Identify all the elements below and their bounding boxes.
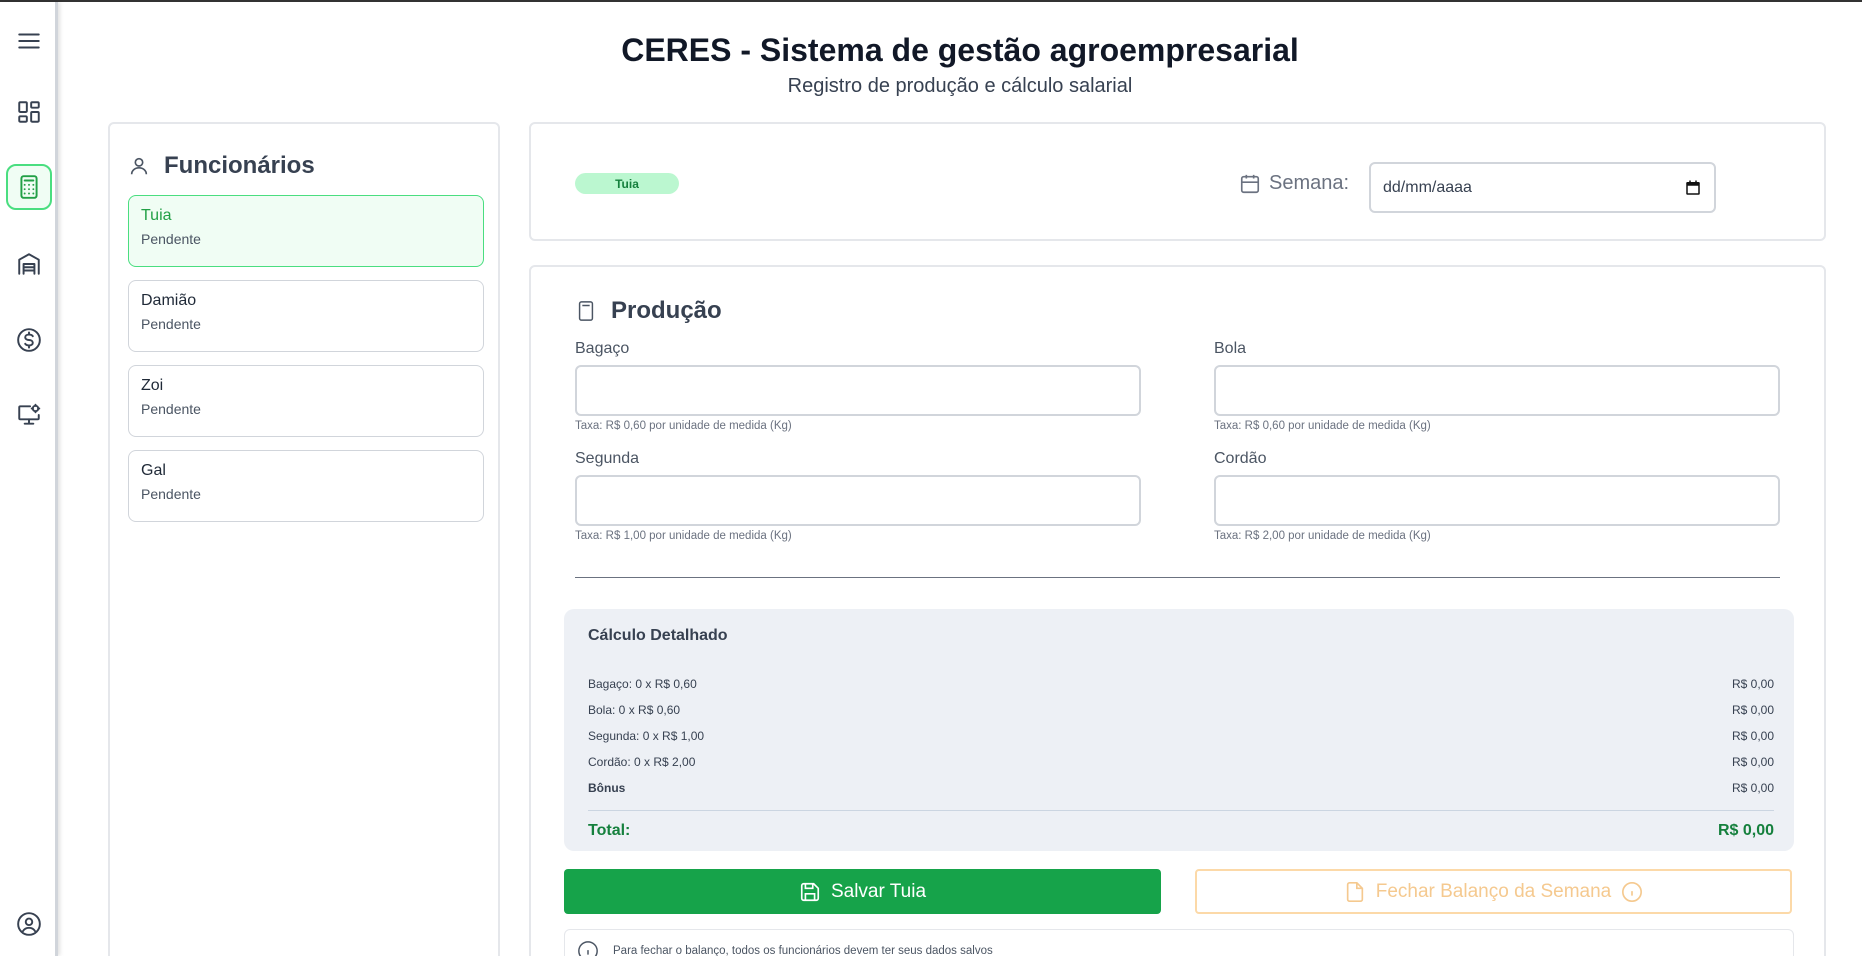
dashboard-icon <box>18 101 40 123</box>
field-label: Cordão <box>1214 450 1267 467</box>
date-placeholder: dd/mm/aaaa <box>1383 178 1472 196</box>
cordao-input[interactable] <box>1214 475 1780 526</box>
save-label: Salvar Tuia <box>830 880 927 902</box>
employee-status: Pendente <box>141 401 201 417</box>
field-label: Segunda <box>575 450 640 467</box>
employee-status: Pendente <box>141 486 201 502</box>
field-bagaco: Bagaço Taxa: R$ 0,60 por unidade de medi… <box>575 340 1141 432</box>
week-label: Semana: <box>1269 172 1350 194</box>
section-divider <box>575 577 1780 578</box>
sidebar <box>0 2 58 956</box>
employees-title: Funcionários <box>164 152 315 179</box>
field-label: Bagaço <box>575 340 630 357</box>
field-hint: Taxa: R$ 0,60 por unidade de medida (Kg) <box>1214 420 1431 432</box>
production-card: Produção Bagaço Taxa: R$ 0,60 por unidad… <box>529 265 1826 956</box>
calc-row-bola: Bola: 0 x R$ 0,60 R$ 0,00 <box>588 703 1774 717</box>
employee-name: Zoi <box>141 377 164 394</box>
sidebar-item-finance[interactable] <box>6 317 52 363</box>
calc-value: R$ 0,00 <box>1731 781 1774 795</box>
calendar-icon <box>1240 174 1260 193</box>
employee-card-tuia[interactable]: Tuia Pendente <box>128 195 484 267</box>
calc-label: Bônus <box>588 781 626 795</box>
employees-panel: Funcionários Tuia Pendente Damião Penden… <box>108 122 500 956</box>
info-icon <box>1622 881 1643 902</box>
bagaco-input[interactable] <box>575 365 1141 416</box>
calc-value: R$ 0,00 <box>1731 755 1774 769</box>
close-week-balance-button[interactable]: Fechar Balanço da Semana <box>1195 869 1792 914</box>
calc-label: Bola: 0 x R$ 0,60 <box>588 703 681 717</box>
field-label: Bola <box>1214 340 1247 357</box>
calculation-box: Cálculo Detalhado Bagaço: 0 x R$ 0,60 R$… <box>564 609 1794 851</box>
calc-value: R$ 0,00 <box>1731 703 1774 717</box>
week-label-group: Semana: <box>1239 172 1349 195</box>
field-cordao: Cordão Taxa: R$ 2,00 por unidade de medi… <box>1214 450 1780 542</box>
employee-status: Pendente <box>141 231 201 247</box>
calc-row-segunda: Segunda: 0 x R$ 1,00 R$ 0,00 <box>588 729 1774 743</box>
employee-card-damiao[interactable]: Damião Pendente <box>128 280 484 352</box>
employee-name: Gal <box>141 462 166 479</box>
week-date-input[interactable]: dd/mm/aaaa <box>1369 162 1716 213</box>
selection-card: Tuia Semana: dd/mm/aaaa <box>529 122 1826 241</box>
sidebar-item-calculator[interactable] <box>6 164 52 210</box>
menu-button[interactable] <box>6 18 52 64</box>
info-icon <box>578 941 598 956</box>
selected-employee-badge: Tuia <box>575 173 679 194</box>
warehouse-icon <box>18 253 40 275</box>
user-icon <box>130 157 148 175</box>
production-title: Produção <box>611 297 722 324</box>
user-circle-icon <box>17 912 41 936</box>
calculator-icon <box>20 175 38 199</box>
field-segunda: Segunda Taxa: R$ 1,00 por unidade de med… <box>575 450 1141 542</box>
calc-label: Bagaço: 0 x R$ 0,60 <box>588 677 697 691</box>
calc-row-bagaco: Bagaço: 0 x R$ 0,60 R$ 0,00 <box>588 677 1774 691</box>
employee-card-zoi[interactable]: Zoi Pendente <box>128 365 484 437</box>
dollar-icon <box>17 328 41 352</box>
sidebar-item-dashboard[interactable] <box>6 89 52 135</box>
calculation-title: Cálculo Detalhado <box>588 627 728 644</box>
save-employee-button[interactable]: Salvar Tuia <box>564 869 1161 914</box>
employee-name: Damião <box>141 292 197 309</box>
production-header: Produção <box>575 297 722 325</box>
calculator-icon <box>578 301 594 321</box>
field-hint: Taxa: R$ 2,00 por unidade de medida (Kg) <box>1214 530 1431 542</box>
info-text: Para fechar o balanço, todos os funcioná… <box>613 945 993 956</box>
calc-value: R$ 0,00 <box>1731 677 1774 691</box>
field-hint: Taxa: R$ 0,60 por unidade de medida (Kg) <box>575 420 792 432</box>
total-label: Total: <box>588 822 631 839</box>
app-subtitle: Registro de produção e cálculo salarial <box>787 75 1133 97</box>
employee-card-gal[interactable]: Gal Pendente <box>128 450 484 522</box>
calc-row-bonus: Bônus R$ 0,00 <box>588 781 1774 795</box>
app-title: CERES - Sistema de gestão agroempresaria… <box>621 32 1299 68</box>
calc-label: Segunda: 0 x R$ 1,00 <box>588 729 705 743</box>
menu-icon <box>18 33 40 49</box>
employee-status: Pendente <box>141 316 201 332</box>
calc-separator <box>588 810 1774 811</box>
calc-total-row: Total: R$ 0,00 <box>588 822 1774 840</box>
bola-input[interactable] <box>1214 365 1780 416</box>
close-label: Fechar Balanço da Semana <box>1375 880 1612 902</box>
calc-row-cordao: Cordão: 0 x R$ 2,00 R$ 0,00 <box>588 755 1774 769</box>
field-bola: Bola Taxa: R$ 0,60 por unidade de medida… <box>1214 340 1780 432</box>
segunda-input[interactable] <box>575 475 1141 526</box>
field-hint: Taxa: R$ 1,00 por unidade de medida (Kg) <box>575 530 792 542</box>
save-icon <box>800 882 820 901</box>
file-icon <box>1346 881 1363 902</box>
sidebar-item-warehouse[interactable] <box>6 241 52 287</box>
calc-value: R$ 0,00 <box>1731 729 1774 743</box>
calc-label: Cordão: 0 x R$ 2,00 <box>588 755 696 769</box>
user-profile-button[interactable] <box>6 901 52 947</box>
window-top-border <box>0 0 1862 2</box>
calendar-picker-icon[interactable] <box>1684 179 1702 197</box>
info-notice-inner: Para fechar o balanço, todos os funcioná… <box>577 940 993 956</box>
info-notice: Para fechar o balanço, todos os funcioná… <box>564 929 1794 956</box>
monitor-settings-icon <box>18 403 41 425</box>
total-value: R$ 0,00 <box>1717 822 1774 839</box>
employees-header: Funcionários <box>128 152 315 180</box>
employee-name: Tuia <box>141 207 172 224</box>
sidebar-item-settings[interactable] <box>6 392 52 438</box>
